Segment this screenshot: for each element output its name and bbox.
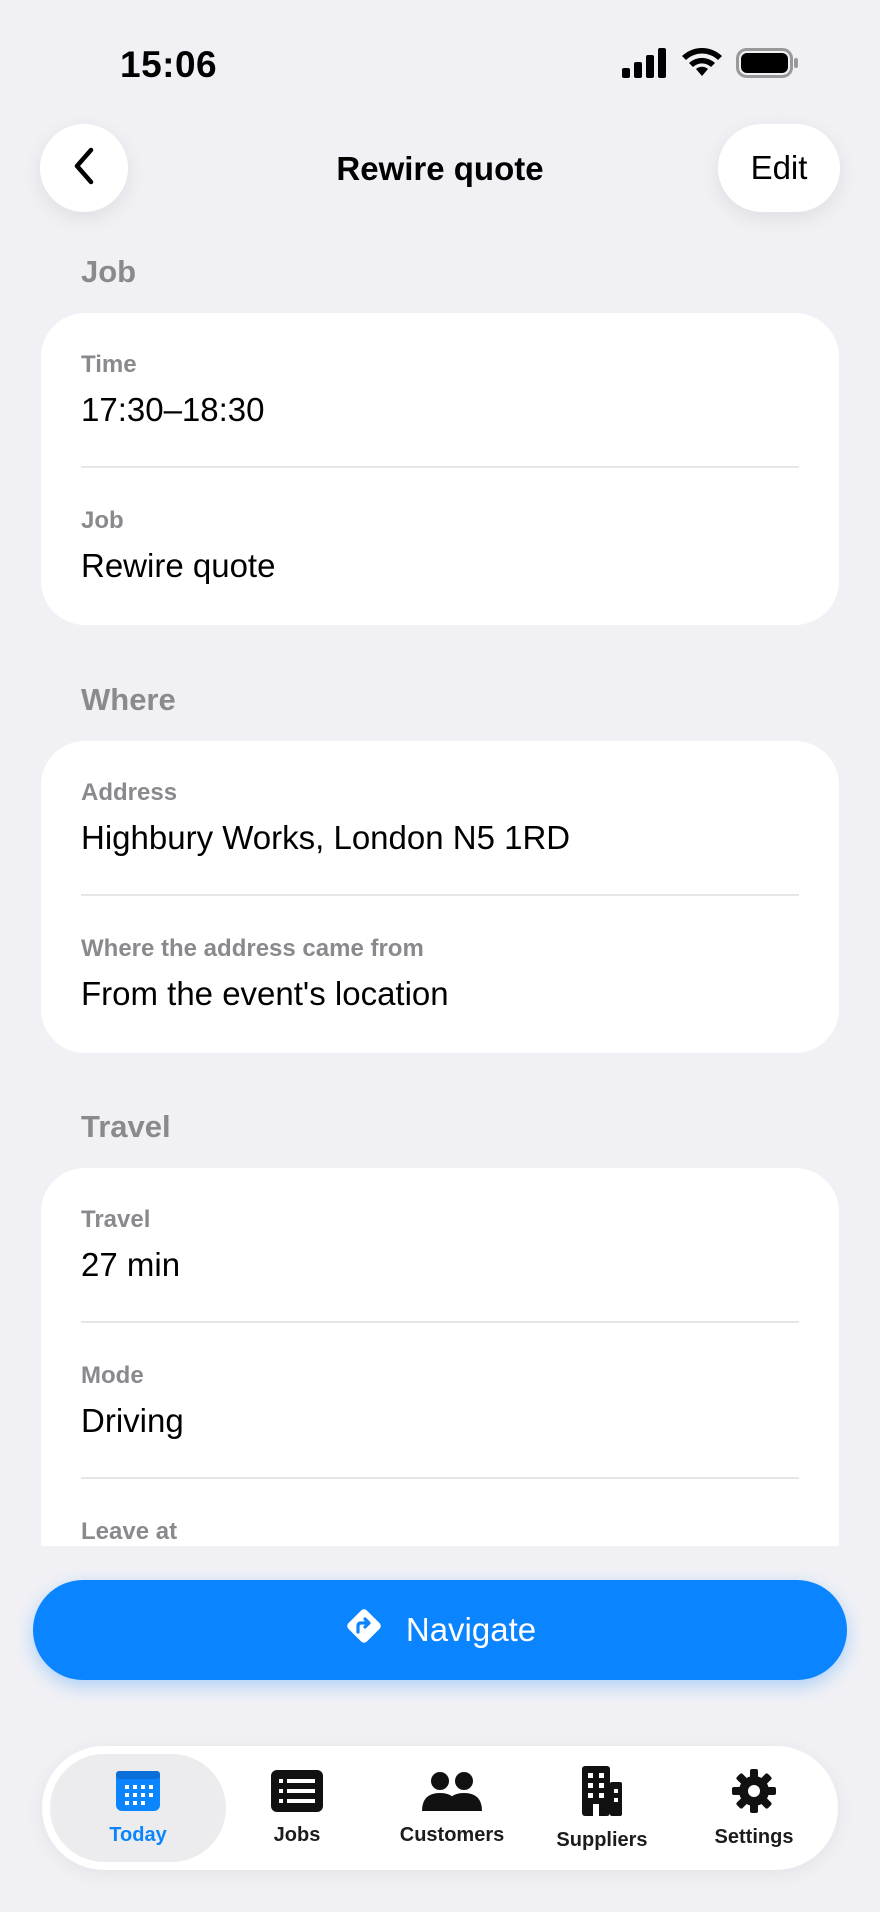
wifi-icon xyxy=(682,48,722,83)
time-label: Time xyxy=(81,351,137,378)
battery-icon xyxy=(736,48,800,83)
section-header-where: Where xyxy=(81,682,176,717)
where-card: Address Highbury Works, London N5 1RD Wh… xyxy=(41,741,839,1053)
job-value: Rewire quote xyxy=(81,547,276,584)
address-value: Highbury Works, London N5 1RD xyxy=(81,819,571,856)
tab-today-label: Today xyxy=(109,1824,167,1846)
section-header-job: Job xyxy=(81,254,137,289)
travel-value: 27 min xyxy=(81,1246,181,1283)
divider xyxy=(81,1477,799,1479)
tab-jobs[interactable]: Jobs xyxy=(232,1754,362,1862)
tab-settings-label: Settings xyxy=(714,1826,794,1848)
job-card: Time 17:30–18:30 Job Rewire quote xyxy=(41,313,839,625)
tab-jobs-label: Jobs xyxy=(273,1824,321,1846)
leave-at-label: Leave at xyxy=(81,1518,178,1545)
section-header-travel: Travel xyxy=(81,1109,171,1144)
navigate-button[interactable]: Navigate xyxy=(33,1580,847,1680)
time-row: Time 17:30–18:30 xyxy=(81,351,799,429)
address-source-label: Where the address came from xyxy=(81,935,424,962)
divider xyxy=(81,466,799,468)
navigation-bar: Rewire quote Edit xyxy=(0,124,880,214)
travel-time-row: Travel 27 min xyxy=(81,1206,799,1284)
travel-label: Travel xyxy=(81,1206,151,1233)
tab-suppliers-label: Suppliers xyxy=(556,1829,648,1851)
tab-customers-label: Customers xyxy=(399,1824,505,1846)
address-row[interactable]: Address Highbury Works, London N5 1RD xyxy=(81,779,799,857)
job-label: Job xyxy=(81,507,124,534)
time-value: 17:30–18:30 xyxy=(81,391,265,428)
tab-bar: Today Jobs Customers Suppliers Settings xyxy=(42,1746,838,1870)
tab-customers[interactable]: Customers xyxy=(372,1754,532,1862)
divider xyxy=(81,894,799,896)
list-icon xyxy=(270,1769,324,1818)
mode-value: Driving xyxy=(81,1402,184,1439)
tab-settings[interactable]: Settings xyxy=(678,1754,830,1862)
detail-content[interactable]: Job Time 17:30–18:30 Job Rewire quote Wh… xyxy=(0,214,880,1546)
status-bar: 15:06 xyxy=(0,0,880,120)
building-icon xyxy=(578,1764,626,1823)
job-row: Job Rewire quote xyxy=(81,507,799,585)
gear-icon xyxy=(730,1767,778,1820)
status-icons xyxy=(622,48,800,83)
leave-at-row: Leave at xyxy=(81,1518,799,1546)
bottom-area: Navigate Today Jobs Customers Suppliers … xyxy=(0,1546,880,1912)
travel-card: Travel 27 min Mode Driving Leave at xyxy=(41,1168,839,1546)
address-label: Address xyxy=(81,779,178,806)
tab-suppliers[interactable]: Suppliers xyxy=(532,1754,672,1862)
calendar-icon xyxy=(114,1769,162,1818)
tab-today[interactable]: Today xyxy=(50,1754,226,1862)
cellular-signal-icon xyxy=(622,48,668,83)
people-icon xyxy=(420,1769,484,1818)
mode-row: Mode Driving xyxy=(81,1362,799,1440)
divider xyxy=(81,1321,799,1323)
directions-icon xyxy=(344,1606,384,1654)
edit-button[interactable]: Edit xyxy=(718,124,840,212)
address-source-value: From the event's location xyxy=(81,975,449,1012)
mode-label: Mode xyxy=(81,1362,144,1389)
status-time: 15:06 xyxy=(120,44,218,85)
address-source-row: Where the address came from From the eve… xyxy=(81,935,799,1013)
navigate-label: Navigate xyxy=(405,1611,537,1648)
